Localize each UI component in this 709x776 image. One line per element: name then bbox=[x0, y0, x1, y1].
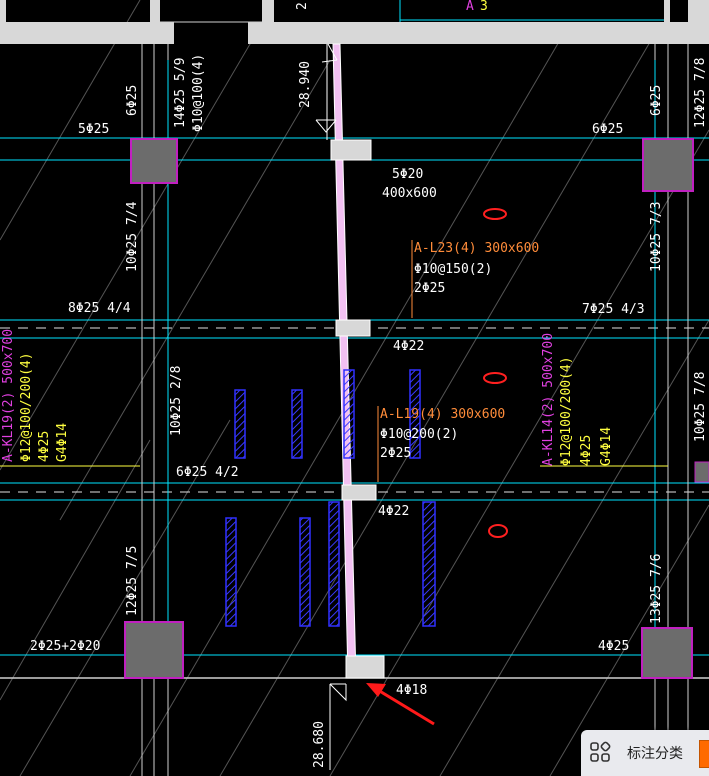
column-top-right[interactable] bbox=[642, 138, 694, 192]
right-4phi25: 4Φ25 bbox=[598, 639, 629, 654]
annotation-category-label[interactable]: 标注分类 bbox=[627, 743, 683, 763]
left-10phi25-28: 10Φ25 2/8 bbox=[169, 366, 184, 436]
beam-4phi22-a: 4Φ22 bbox=[393, 339, 424, 354]
left-6phi25-vert: 6Φ25 bbox=[125, 85, 140, 116]
beam-400x600: 400x600 bbox=[382, 186, 437, 201]
column-top-left[interactable] bbox=[130, 138, 178, 184]
left-6phi25-42: 6Φ25 4/2 bbox=[176, 465, 239, 480]
l19-stirrup: Φ10@200(2) bbox=[380, 427, 458, 442]
column-edge-right bbox=[694, 461, 709, 483]
right-13phi25-76: 13Φ25 7/6 bbox=[649, 554, 664, 624]
top-dim-text: 2 bbox=[295, 2, 310, 10]
right-10phi25-73: 10Φ25 7/3 bbox=[649, 202, 664, 272]
column-bottom-right[interactable] bbox=[641, 627, 693, 679]
dim-28680: 28.680 bbox=[312, 721, 327, 768]
kl19-bars: 4Φ25 bbox=[37, 431, 52, 462]
left-column-bars: 14Φ25 5/9 bbox=[173, 58, 188, 128]
top-right-3-text: 3 bbox=[480, 0, 488, 14]
right-10phi25-78: 10Φ25 7/8 bbox=[693, 372, 708, 442]
left-8phi25: 8Φ25 4/4 bbox=[68, 301, 131, 316]
cad-drawing-canvas[interactable]: 2 A 3 28.940 28.680 14Φ25 5/9 Φ10@100(4)… bbox=[0, 0, 709, 776]
kl19-name: A-KL19(2) 500x700 bbox=[1, 329, 16, 462]
kl19-g: G4Φ14 bbox=[55, 423, 70, 462]
grid-apps-icon bbox=[590, 741, 611, 762]
beam-5phi20: 5Φ20 bbox=[392, 167, 423, 182]
left-bottom-bars: 2Φ25+2Φ20 bbox=[30, 639, 100, 654]
annotation-category-panel[interactable]: 标注分类 bbox=[581, 730, 709, 776]
l19-bars: 2Φ25 bbox=[380, 446, 411, 461]
right-6phi25-vert: 6Φ25 bbox=[649, 85, 664, 116]
kl14-bars: 4Φ25 bbox=[579, 435, 594, 466]
kl14-name: A-KL14(2) 500x700 bbox=[541, 333, 556, 466]
beam-4phi22-b: 4Φ22 bbox=[378, 504, 409, 519]
right-7phi25: 7Φ25 4/3 bbox=[582, 302, 645, 317]
dim-28940: 28.940 bbox=[298, 61, 313, 108]
top-right-a-text: A bbox=[466, 0, 474, 14]
l23-name: A-L23(4) 300x600 bbox=[414, 241, 539, 256]
l23-bars: 2Φ25 bbox=[414, 281, 445, 296]
kl14-stirrup: Φ12@100/200(4) bbox=[559, 356, 574, 466]
l19-name: A-L19(4) 300x600 bbox=[380, 407, 505, 422]
right-12phi25-78: 12Φ25 7/8 bbox=[693, 58, 708, 128]
left-10phi25-74: 10Φ25 7/4 bbox=[125, 201, 140, 272]
right-6phi25-horiz: 6Φ25 bbox=[592, 122, 623, 137]
left-5phi25: 5Φ25 bbox=[78, 122, 109, 137]
toolbar-accent-tab[interactable] bbox=[699, 740, 709, 768]
left-column-stirrup: Φ10@100(4) bbox=[191, 54, 206, 132]
kl14-g: G4Φ14 bbox=[599, 427, 614, 466]
bottom-4phi18: 4Φ18 bbox=[396, 683, 427, 698]
column-bottom-left[interactable] bbox=[124, 621, 184, 679]
kl19-stirrup: Φ12@100/200(4) bbox=[19, 352, 34, 462]
left-12phi25-75: 12Φ25 7/5 bbox=[125, 546, 140, 616]
l23-stirrup: Φ10@150(2) bbox=[414, 262, 492, 277]
